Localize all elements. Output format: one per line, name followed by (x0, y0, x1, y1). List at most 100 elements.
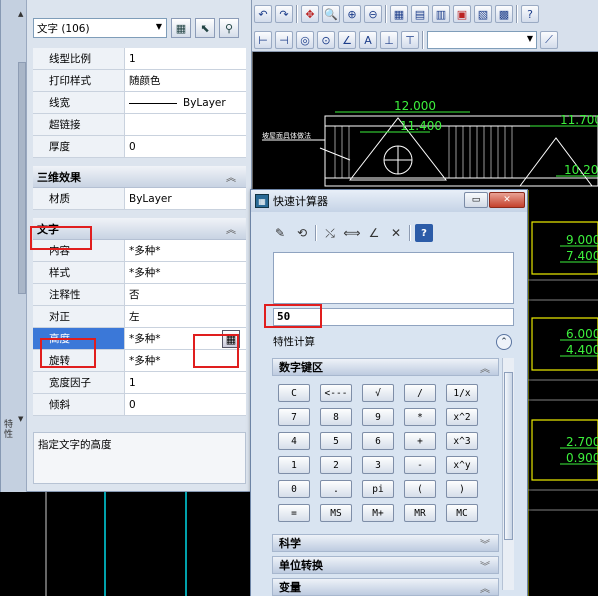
key-decimal[interactable]: . (320, 480, 352, 498)
key-memory-store[interactable]: MS (320, 504, 352, 522)
section-units[interactable]: 单位转换 ︾ (272, 556, 499, 574)
prop-row-oblique[interactable]: 倾斜 0 (33, 394, 246, 416)
intersection-icon[interactable]: ✕ (387, 224, 405, 242)
key-9[interactable]: 9 (362, 408, 394, 426)
help-icon[interactable]: ? (415, 224, 433, 242)
prop-value[interactable]: *多种* (125, 350, 246, 371)
expand-chevron-icon[interactable]: ︽ (480, 580, 490, 595)
maximize-icon[interactable]: ▭ (464, 192, 488, 208)
prop-value[interactable]: 左 (125, 306, 246, 327)
tool-palette-icon[interactable]: ▥ (432, 5, 450, 23)
key-clear[interactable]: C (278, 384, 310, 402)
prop-value[interactable]: 1 (125, 48, 246, 69)
key-5[interactable]: 5 (320, 432, 352, 450)
prop-value[interactable]: 否 (125, 284, 246, 305)
prop-row-plot-style[interactable]: 打印样式 随颜色 (33, 70, 246, 92)
design-center-icon[interactable]: ▤ (411, 5, 429, 23)
dim-aligned-icon[interactable]: ⊣ (275, 31, 293, 49)
close-icon[interactable]: ✕ (489, 192, 525, 208)
key-multiply[interactable]: * (404, 408, 436, 426)
toggle-pickadd-icon[interactable]: ▦ (171, 18, 191, 38)
clear-history-icon[interactable]: ⟲ (293, 224, 311, 242)
prop-row-height[interactable]: 高度 *多种* ▦ (33, 328, 246, 350)
prop-value[interactable]: ByLayer (125, 188, 246, 209)
angle-icon[interactable]: ∠ (365, 224, 383, 242)
key-sqrt[interactable]: √ (362, 384, 394, 402)
select-objects-icon[interactable]: ⬉ (195, 18, 215, 38)
zoom-previous-icon[interactable]: ⊖ (364, 5, 382, 23)
prop-row-contents[interactable]: 内容 *多种* (33, 240, 246, 262)
key-0[interactable]: 0 (278, 480, 310, 498)
key-reciprocal[interactable]: 1/x (446, 384, 478, 402)
prop-row-lineweight[interactable]: 线宽 ByLayer (33, 92, 246, 114)
properties-icon[interactable]: ▦ (390, 5, 408, 23)
prop-row-linetype-scale[interactable]: 线型比例 1 (33, 48, 246, 70)
dim-edit-icon[interactable]: ⊤ (401, 31, 419, 49)
key-minus[interactable]: - (404, 456, 436, 474)
get-coordinates-icon[interactable]: ⤯ (321, 224, 339, 242)
expand-chevron-icon[interactable]: ︾ (480, 558, 490, 573)
collapse-chevron-icon[interactable]: ︽ (480, 360, 490, 375)
prop-value[interactable]: 0 (125, 394, 246, 415)
palette-scrollbar-thumb[interactable] (18, 62, 26, 294)
key-7[interactable]: 7 (278, 408, 310, 426)
scroll-down-icon[interactable]: ▼ (18, 415, 23, 423)
redo-icon[interactable]: ↷ (275, 5, 293, 23)
category-text[interactable]: 文字 ︽ (33, 218, 246, 240)
key-power[interactable]: x^y (446, 456, 478, 474)
key-memory-clear[interactable]: MC (446, 504, 478, 522)
distance-icon[interactable]: ⟺ (343, 224, 361, 242)
calc-input-field[interactable]: 50 (273, 308, 514, 326)
dim-diameter-icon[interactable]: ⊙ (317, 31, 335, 49)
prop-row-annotative[interactable]: 注释性 否 (33, 284, 246, 306)
key-equals[interactable]: = (278, 504, 310, 522)
pan-icon[interactable]: ✥ (301, 5, 319, 23)
help-icon[interactable]: ? (521, 5, 539, 23)
expand-chevron-icon[interactable]: ︾ (480, 536, 490, 551)
key-close-paren[interactable]: ) (446, 480, 478, 498)
zoom-realtime-icon[interactable]: 🔍 (322, 5, 340, 23)
palette-title-strip[interactable]: ▲ ▼ 特性 (1, 0, 27, 492)
category-3d-effects[interactable]: 三维效果 ︽ (33, 166, 246, 188)
key-divide[interactable]: / (404, 384, 436, 402)
prop-value[interactable]: 1 (125, 372, 246, 393)
key-memory-recall[interactable]: MR (404, 504, 436, 522)
clear-icon[interactable]: ✎ (271, 224, 289, 242)
collapse-chevron-icon[interactable]: ︽ (226, 221, 236, 236)
calculator-icon[interactable]: ▩ (495, 5, 513, 23)
key-8[interactable]: 8 (320, 408, 352, 426)
prop-row-style[interactable]: 样式 *多种* (33, 262, 246, 284)
dim-baseline-icon[interactable]: A (359, 31, 377, 49)
dim-style-select[interactable]: ▼ (427, 31, 537, 49)
key-cube[interactable]: x^3 (446, 432, 478, 450)
key-4[interactable]: 4 (278, 432, 310, 450)
scroll-up-icon[interactable]: ▲ (18, 10, 23, 18)
prop-value[interactable]: *多种* (125, 240, 246, 261)
quick-calc-titlebar[interactable]: ▦ 快速计算器 ▭ ✕ (251, 190, 527, 212)
calc-scrollbar-thumb[interactable] (504, 372, 513, 540)
prop-value[interactable]: 随颜色 (125, 70, 246, 91)
dim-angular-icon[interactable]: ∠ (338, 31, 356, 49)
prop-row-hyperlink[interactable]: 超链接 (33, 114, 246, 136)
zoom-window-icon[interactable]: ⊕ (343, 5, 361, 23)
object-type-select[interactable]: 文字 (106) ▼ (33, 18, 167, 38)
prop-row-thickness[interactable]: 厚度 0 (33, 136, 246, 158)
quick-calc-icon[interactable]: ▦ (222, 330, 240, 348)
section-scientific[interactable]: 科学 ︾ (272, 534, 499, 552)
key-memory-add[interactable]: M+ (362, 504, 394, 522)
key-2[interactable]: 2 (320, 456, 352, 474)
dim-style-icon[interactable]: ⟋ (540, 31, 558, 49)
dim-radius-icon[interactable]: ◎ (296, 31, 314, 49)
sheet-set-icon[interactable]: ▣ (453, 5, 471, 23)
calc-scrollbar[interactable] (502, 358, 514, 590)
prop-row-justify[interactable]: 对正 左 (33, 306, 246, 328)
quick-select-icon[interactable]: ⚲ (219, 18, 239, 38)
key-pi[interactable]: pi (362, 480, 394, 498)
key-open-paren[interactable]: ( (404, 480, 436, 498)
prop-row-width-factor[interactable]: 宽度因子 1 (33, 372, 246, 394)
undo-icon[interactable]: ↶ (254, 5, 272, 23)
section-number-pad[interactable]: 数字键区 ︽ (272, 358, 499, 376)
prop-row-rotation[interactable]: 旋转 *多种* (33, 350, 246, 372)
collapse-up-icon[interactable]: ⌃ (496, 334, 512, 350)
key-square[interactable]: x^2 (446, 408, 478, 426)
